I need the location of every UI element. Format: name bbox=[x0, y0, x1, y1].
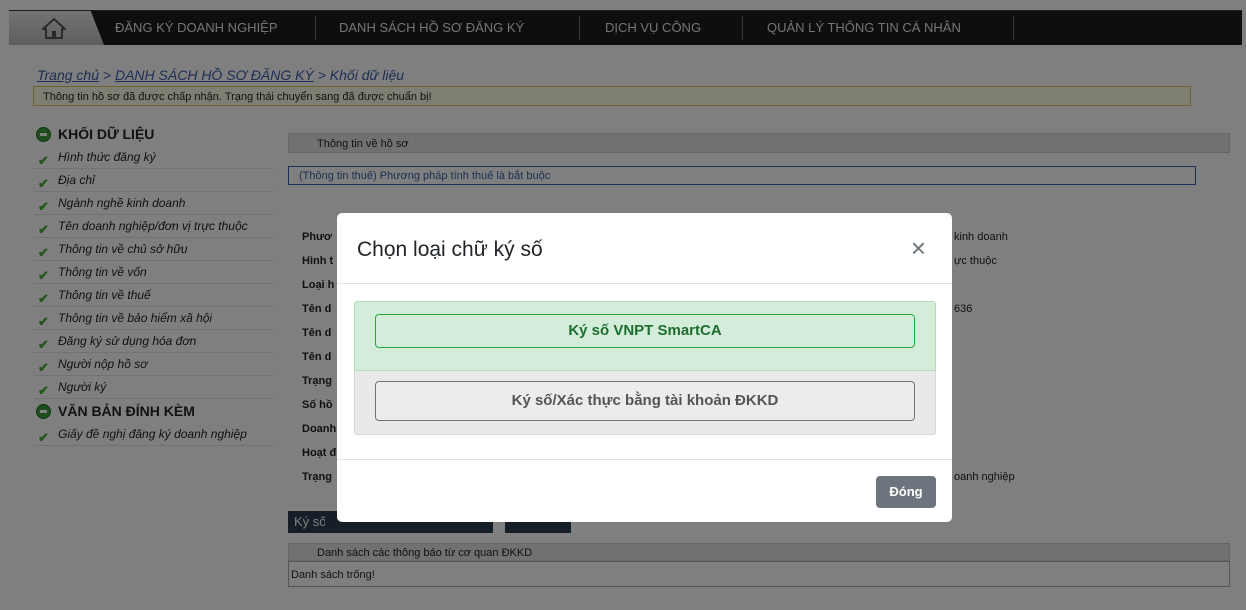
vnpt-smartca-button[interactable]: Ký số VNPT SmartCA bbox=[375, 314, 915, 348]
option-dkkd-row: Ký số/Xác thực bằng tài khoản ĐKKD bbox=[354, 371, 936, 435]
modal-header-divider bbox=[337, 283, 952, 284]
signature-type-modal: Chọn loại chữ ký số × Ký số VNPT SmartCA… bbox=[337, 213, 952, 522]
close-button[interactable]: Đóng bbox=[876, 476, 936, 508]
dkkd-account-button[interactable]: Ký số/Xác thực bằng tài khoản ĐKKD bbox=[375, 381, 915, 421]
option-vnpt-row: Ký số VNPT SmartCA bbox=[354, 301, 936, 371]
modal-footer-divider bbox=[337, 459, 952, 460]
close-icon[interactable]: × bbox=[911, 235, 926, 261]
modal-title: Chọn loại chữ ký số bbox=[357, 238, 543, 261]
